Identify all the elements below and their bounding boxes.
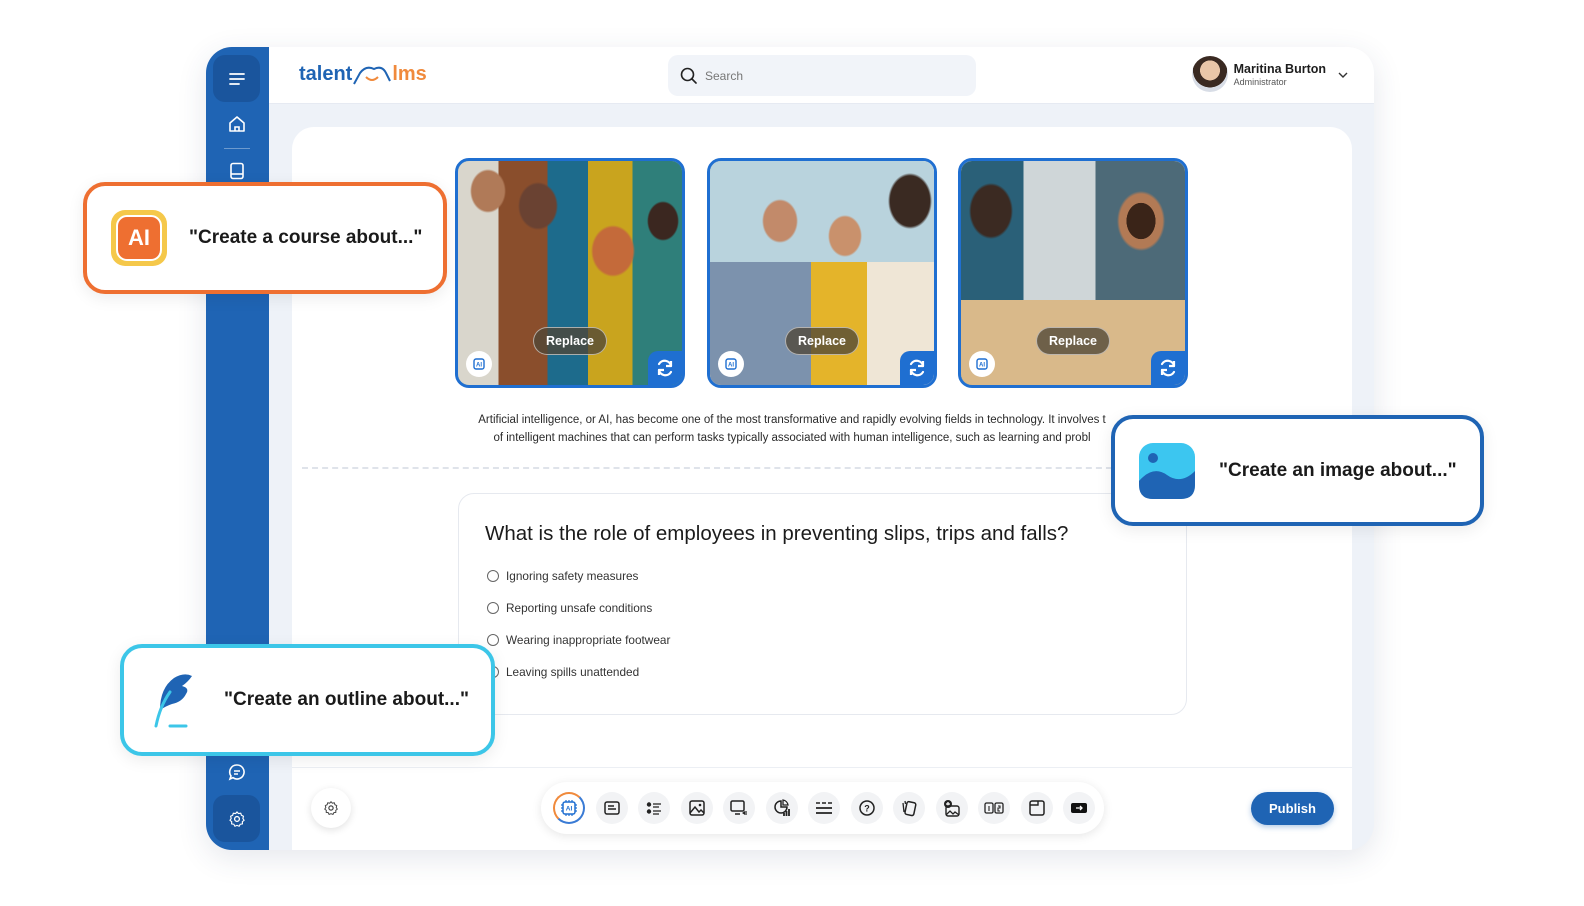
video-icon [1071, 803, 1087, 813]
tool-flashcards[interactable] [893, 792, 925, 824]
regenerate-button[interactable] [1151, 351, 1185, 385]
window-icon [1028, 800, 1045, 816]
callout-text: "Create an image about..." [1219, 459, 1457, 481]
course-settings-button[interactable] [311, 788, 351, 828]
tool-divider[interactable] [808, 792, 840, 824]
ai-chip-icon: AI [969, 351, 995, 377]
radio-button[interactable] [487, 634, 499, 646]
regenerate-button[interactable] [900, 351, 934, 385]
menu-icon [228, 72, 245, 85]
image-icon [1139, 442, 1195, 499]
chat-icon [228, 764, 245, 781]
gear-icon [324, 801, 338, 815]
chart-icon [773, 799, 790, 816]
tool-question[interactable]: ? [850, 792, 883, 824]
ai-chip-icon: AI [466, 351, 492, 377]
quill-icon [154, 674, 192, 728]
replace-button[interactable]: Replace [533, 327, 607, 355]
search-icon [680, 67, 697, 84]
top-bar: talent lms Maritina Burton Administrator [269, 47, 1374, 104]
svg-text:AI: AI [728, 363, 734, 369]
settings-button[interactable] [213, 795, 260, 842]
flashcards-icon [902, 800, 917, 817]
search-input[interactable] [705, 68, 955, 83]
menu-button[interactable] [213, 55, 260, 102]
user-name: Maritina Burton [1233, 61, 1326, 76]
user-role: Administrator [1233, 76, 1287, 87]
cloud-logo-icon [353, 66, 392, 84]
refresh-icon [657, 359, 673, 377]
refresh-icon [909, 359, 925, 377]
question-block[interactable]: What is the role of employees in prevent… [458, 493, 1187, 715]
list-icon [646, 802, 661, 815]
content-toolbar: AI ? [541, 782, 1104, 834]
add-image-icon [943, 800, 960, 817]
search-box[interactable] [668, 55, 976, 96]
image-card[interactable]: Replace AI [455, 158, 685, 388]
tool-presentation[interactable] [723, 792, 755, 824]
svg-text:?: ? [864, 804, 870, 814]
tool-text[interactable] [595, 792, 628, 824]
divider-icon [816, 802, 832, 814]
presentation-icon [730, 800, 747, 815]
avatar [1191, 56, 1228, 92]
callout-create-outline: "Create an outline about..." [120, 644, 495, 756]
tool-image[interactable] [680, 792, 713, 824]
regenerate-button[interactable] [648, 351, 682, 385]
callout-create-course: AI "Create a course about..." [83, 182, 447, 294]
image-card[interactable]: Replace AI [958, 158, 1188, 388]
tool-list[interactable] [638, 792, 670, 824]
tool-embed[interactable] [1020, 792, 1053, 824]
replace-button[interactable]: Replace [1036, 327, 1110, 355]
text-block-icon [603, 801, 620, 815]
gear-icon [228, 810, 245, 827]
ai-chip-icon: AI [561, 800, 577, 816]
user-menu[interactable]: Maritina Burton Administrator [1191, 56, 1348, 92]
svg-text:AI: AI [979, 363, 985, 369]
talentlms-logo[interactable]: talent lms [299, 63, 427, 86]
home-icon [229, 116, 245, 132]
ai-icon: AI [111, 210, 167, 266]
courses-button[interactable] [226, 160, 248, 182]
image-icon [688, 800, 705, 816]
image-card[interactable]: Replace AI [707, 158, 937, 388]
answer-option[interactable]: Reporting unsafe conditions [487, 601, 652, 615]
svg-text:AI: AI [476, 363, 482, 369]
text-block[interactable]: Artificial intelligence, or AI, has beco… [452, 411, 1132, 447]
answer-option[interactable]: Wearing inappropriate footwear [487, 633, 670, 647]
tool-video[interactable] [1063, 792, 1095, 824]
columns-icon [984, 802, 1004, 814]
messages-button[interactable] [226, 761, 248, 783]
publish-button[interactable]: Publish [1251, 792, 1334, 825]
callout-create-image: "Create an image about..." [1111, 415, 1484, 526]
answer-option[interactable]: Ignoring safety measures [487, 569, 638, 583]
answer-option[interactable]: Leaving spills unattended [487, 665, 639, 679]
svg-text:AI: AI [566, 806, 573, 813]
tool-ai-generate[interactable]: AI [553, 792, 585, 824]
sidebar-divider [224, 148, 250, 149]
tool-chart[interactable] [765, 792, 798, 824]
question-title: What is the role of employees in prevent… [485, 522, 1069, 545]
book-icon [230, 162, 244, 180]
replace-button[interactable]: Replace [785, 327, 859, 355]
section-divider [302, 467, 1122, 469]
tool-columns[interactable] [978, 792, 1010, 824]
radio-button[interactable] [487, 570, 499, 582]
callout-text: "Create a course about..." [189, 227, 423, 248]
tool-add-image[interactable] [935, 792, 968, 824]
chevron-down-icon[interactable] [1338, 67, 1348, 81]
footer-divider [292, 767, 1352, 768]
ai-chip-icon: AI [718, 351, 744, 377]
callout-text: "Create an outline about..." [224, 689, 469, 710]
question-icon: ? [858, 800, 875, 816]
home-button[interactable] [226, 113, 248, 135]
radio-button[interactable] [487, 602, 499, 614]
refresh-icon [1160, 359, 1176, 377]
